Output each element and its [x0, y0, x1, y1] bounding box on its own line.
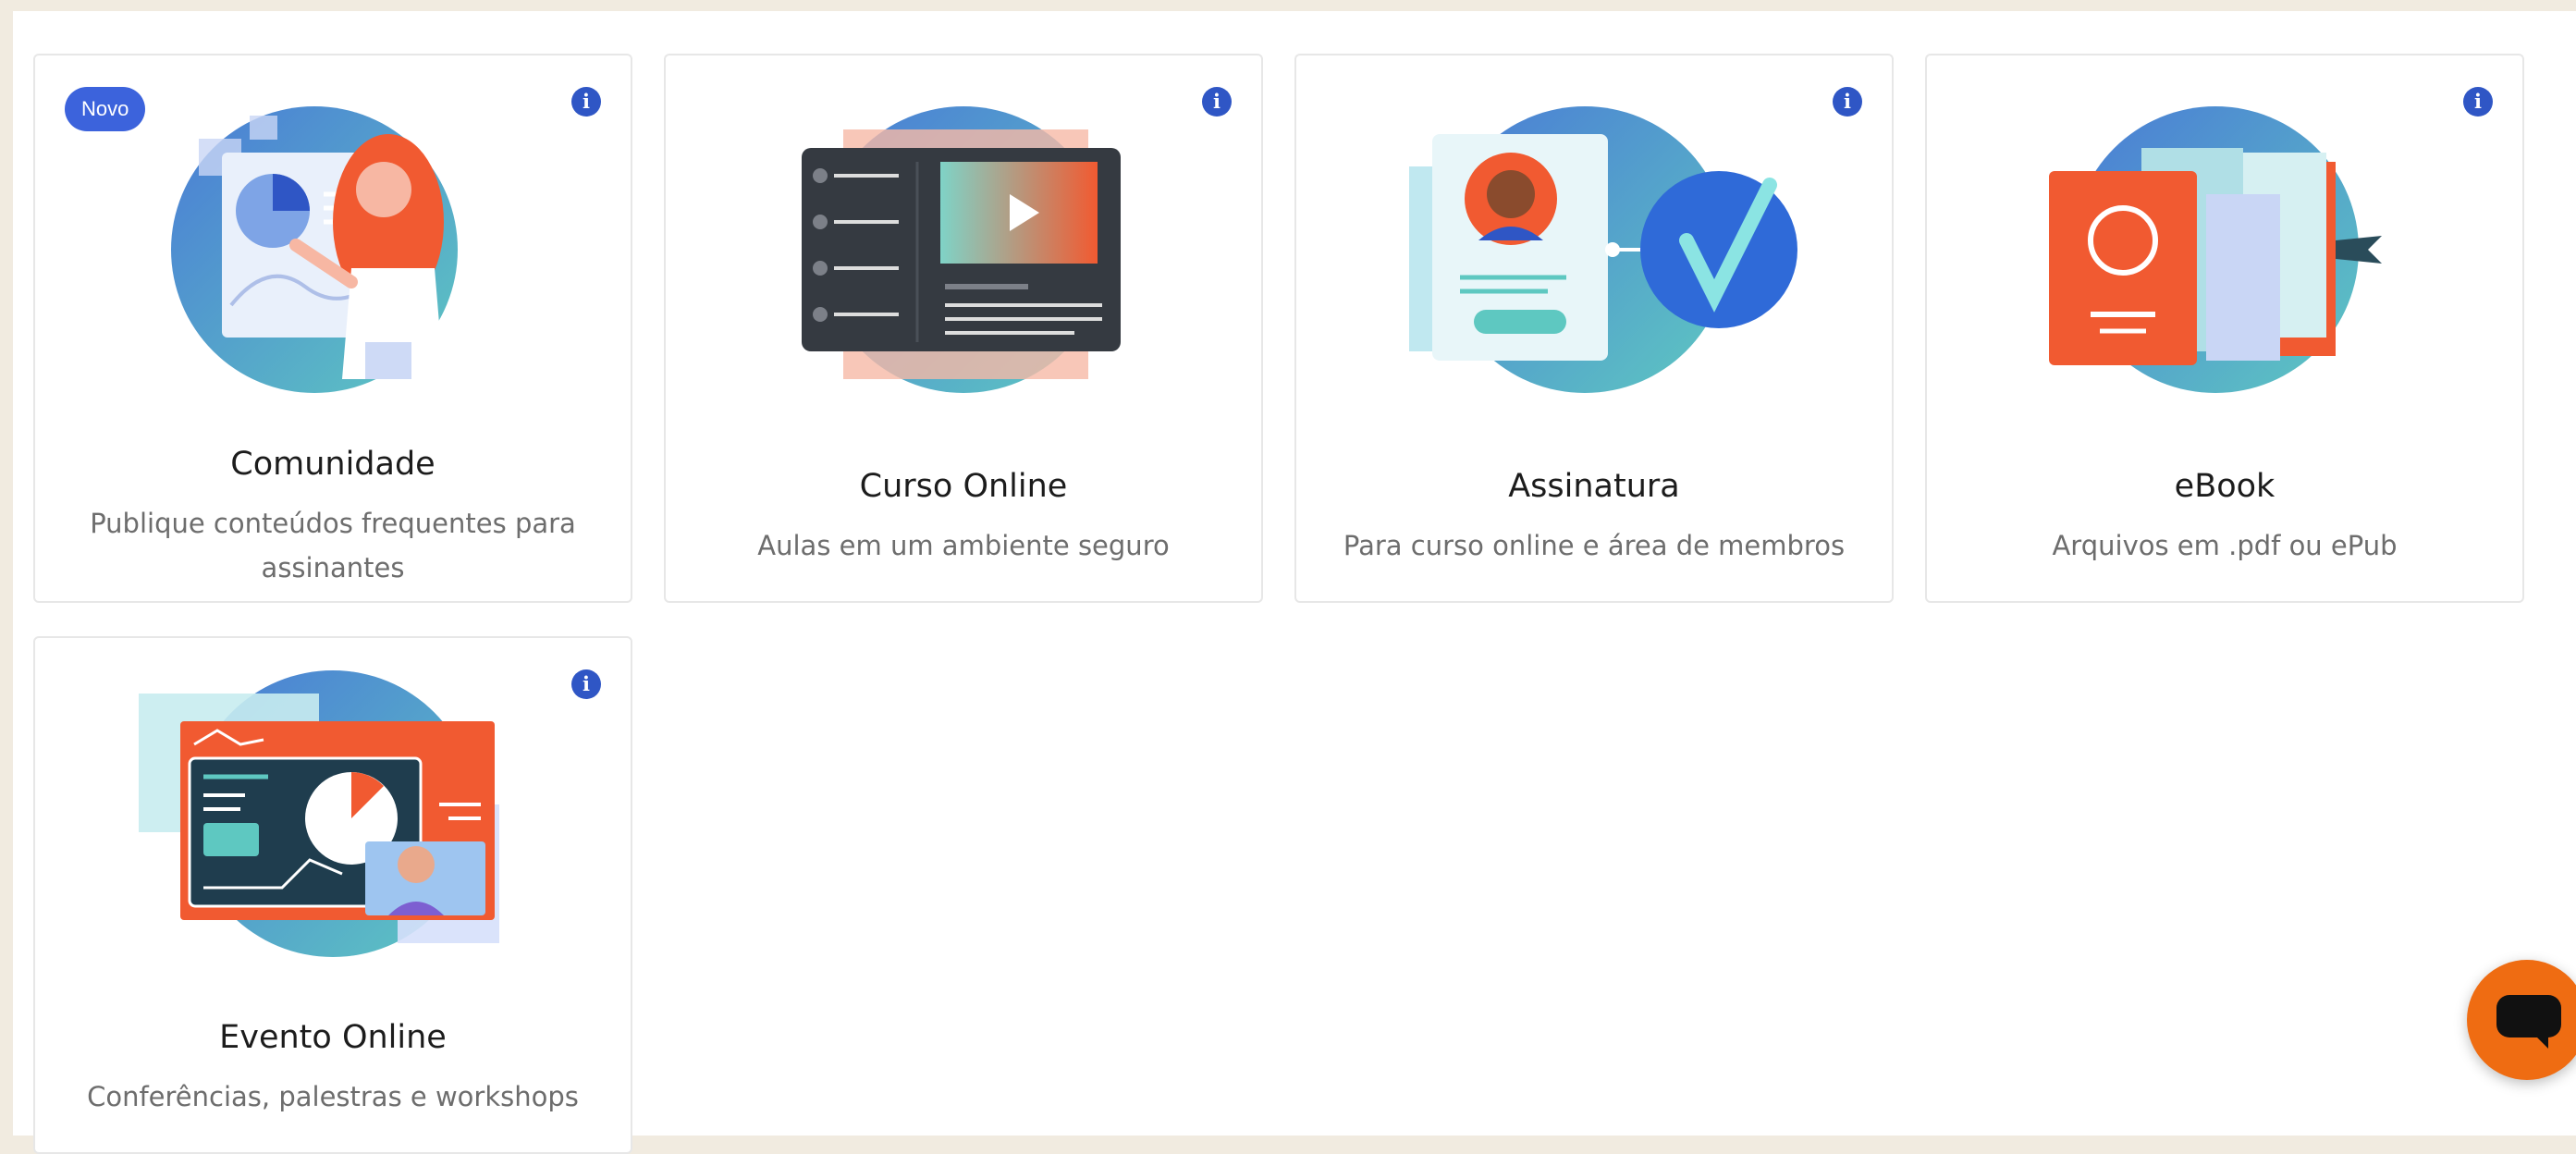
subscription-illustration — [1296, 102, 1892, 398]
community-illustration — [35, 102, 631, 398]
chat-launcher-button[interactable] — [2467, 960, 2576, 1080]
online-course-illustration — [666, 102, 1261, 398]
card-description: Publique conteúdos frequentes para assin… — [90, 508, 576, 583]
card-description: Conferências, palestras e workshops — [87, 1081, 579, 1112]
chat-bubble-tail — [2532, 1032, 2548, 1049]
product-card-assinatura[interactable]: i Assinatura Para curso online e área de… — [1294, 54, 1894, 603]
product-card-curso-online[interactable]: i Curso Online Aulas em um ambiente segu… — [664, 54, 1263, 603]
card-title: Assinatura — [1508, 468, 1680, 505]
card-description: Para curso online e área de membros — [1343, 530, 1846, 561]
card-title: eBook — [2174, 468, 2275, 505]
card-title: Evento Online — [219, 1019, 447, 1056]
ebook-illustration — [1927, 102, 2522, 398]
product-card-ebook[interactable]: i eBook Arquivos em .pdf ou ePub — [1925, 54, 2524, 603]
product-card-evento-online[interactable]: i Evento Online Conferências, palestras … — [33, 636, 632, 1154]
card-title: Comunidade — [230, 446, 435, 483]
product-card-comunidade[interactable]: Novo i Comunidade Publique conteúdos fre… — [33, 54, 632, 603]
card-title: Curso Online — [859, 468, 1068, 505]
chat-bubble-icon — [2496, 995, 2561, 1037]
online-event-illustration — [35, 666, 631, 962]
card-description: Aulas em um ambiente seguro — [757, 530, 1170, 561]
product-type-panel: Novo i Comunidade Publique conteúdos fre… — [13, 11, 2576, 1154]
card-description: Arquivos em .pdf ou ePub — [2052, 530, 2398, 561]
